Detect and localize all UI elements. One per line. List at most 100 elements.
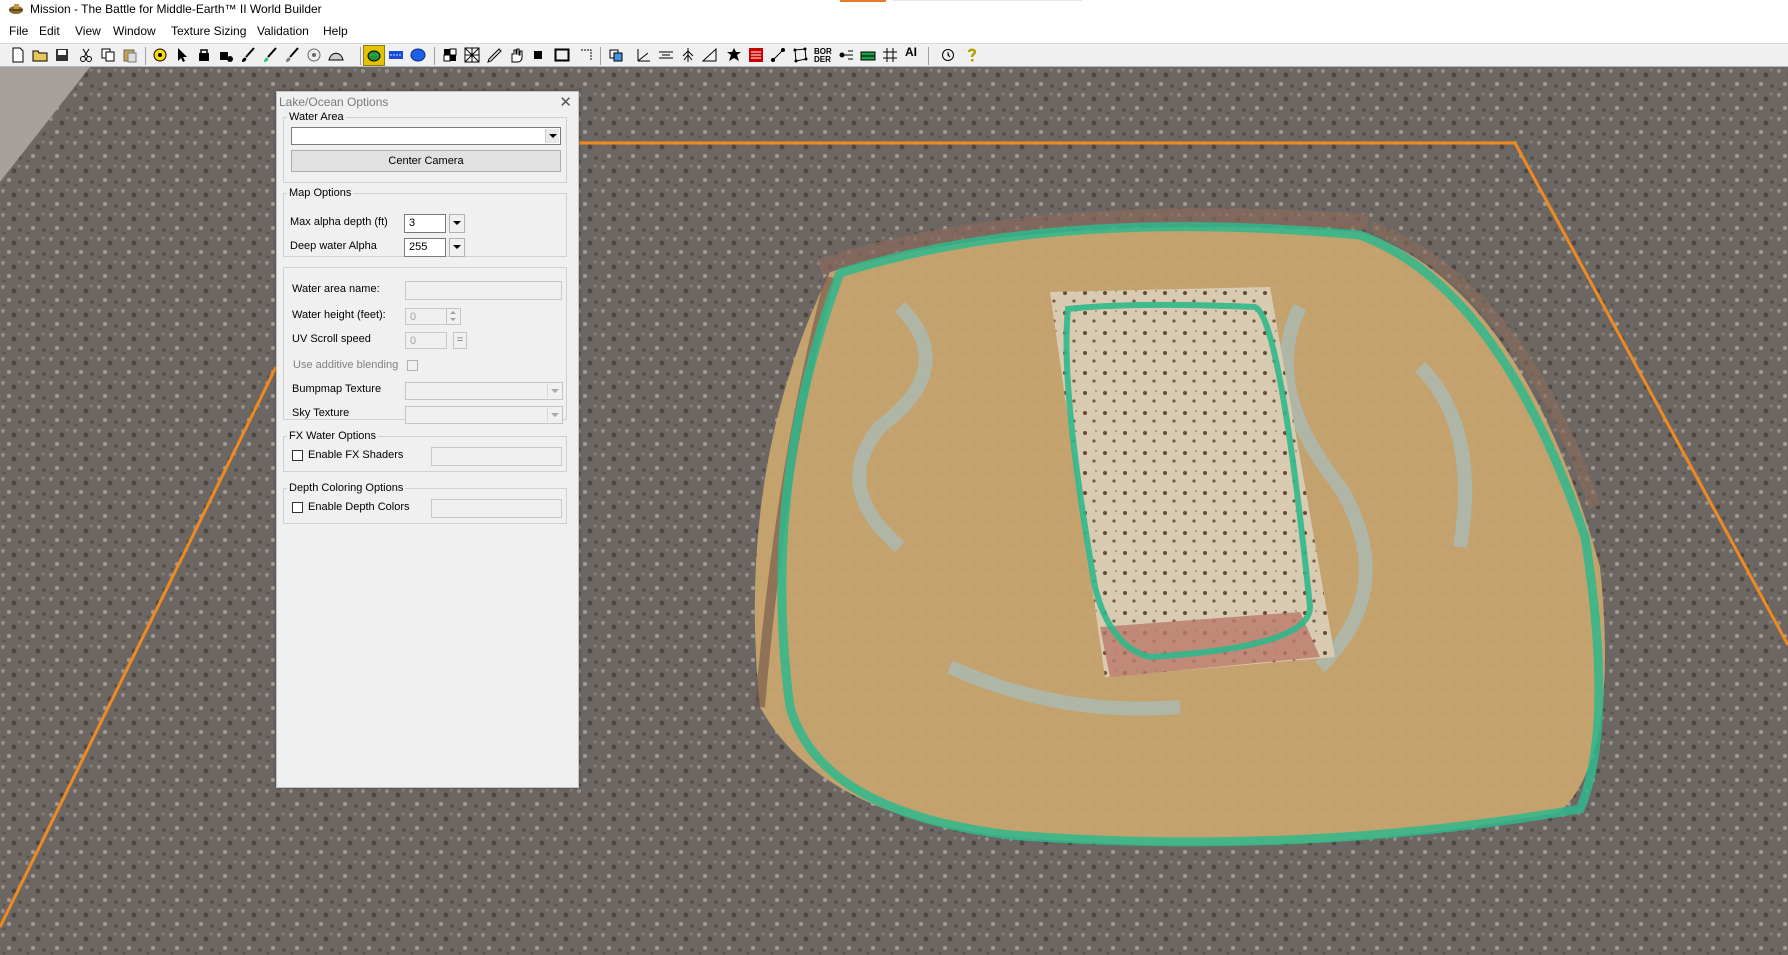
title-accent-line <box>892 0 1082 1</box>
tree-tool-icon[interactable] <box>678 46 698 65</box>
sky-texture-select[interactable] <box>405 406 563 424</box>
sky-texture-label: Sky Texture <box>292 407 350 419</box>
terrain-scene <box>0 67 1788 955</box>
enable-fx-shaders-checkbox[interactable] <box>292 450 303 461</box>
paste-icon[interactable] <box>120 46 140 65</box>
toolbar-separator <box>434 47 435 65</box>
group-tool-icon[interactable] <box>836 46 856 65</box>
mound-tool-icon[interactable] <box>326 46 346 65</box>
polygon-tool-icon[interactable] <box>790 46 810 65</box>
eyedropper-icon[interactable] <box>484 46 504 65</box>
toolbar: BOR DER AI <box>0 43 1788 67</box>
object-options-icon[interactable] <box>150 46 170 65</box>
copy-icon[interactable] <box>98 46 118 65</box>
new-file-icon[interactable] <box>8 46 28 65</box>
axis-tool-icon[interactable] <box>634 46 654 65</box>
fill-square-icon[interactable] <box>528 46 548 65</box>
water-area-select[interactable] <box>291 127 561 145</box>
enable-depth-colors-checkbox[interactable] <box>292 502 303 513</box>
water-height-label: Water height (feet): <box>292 309 386 321</box>
uv-scroll-speed-label: UV Scroll speed <box>292 333 371 345</box>
save-icon[interactable] <box>52 46 72 65</box>
waypoint-tool-icon[interactable] <box>216 46 236 65</box>
feather-icon[interactable] <box>304 46 324 65</box>
ramp-tool-icon[interactable] <box>700 46 720 65</box>
splat-tool-icon[interactable] <box>724 46 744 65</box>
deep-water-alpha-field[interactable]: 255 <box>404 238 446 257</box>
max-alpha-depth-label: Max alpha depth (ft) <box>290 216 388 228</box>
enable-fx-shaders-label: Enable FX Shaders <box>308 449 404 461</box>
max-alpha-depth-field[interactable]: 3 <box>404 214 446 233</box>
water-area-name-field[interactable] <box>405 281 562 300</box>
enable-depth-colors-label: Enable Depth Colors <box>308 501 410 513</box>
map-viewport[interactable] <box>0 67 1788 955</box>
close-icon[interactable]: ✕ <box>559 93 572 111</box>
menu-file[interactable]: File <box>8 24 29 38</box>
army-tool-icon[interactable] <box>858 46 878 65</box>
pointer-icon[interactable] <box>172 46 192 65</box>
uv-scroll-equals-button[interactable]: = <box>453 332 467 349</box>
hand-tool-icon[interactable] <box>506 46 526 65</box>
menu-view[interactable]: View <box>74 24 102 38</box>
menu-validation[interactable]: Validation <box>256 24 310 38</box>
ai-tool-icon[interactable]: AI <box>902 46 922 65</box>
water-height-field[interactable]: 0 <box>405 308 447 325</box>
toolbar-separator <box>928 47 929 65</box>
fx-water-options-group-label: FX Water Options <box>287 430 379 442</box>
deep-water-alpha-dropdown-button[interactable] <box>449 238 465 257</box>
uv-scroll-speed-field[interactable]: 0 <box>405 332 447 349</box>
water-height-spinner[interactable] <box>446 308 461 325</box>
spin-down-icon <box>450 318 456 321</box>
spin-up-icon <box>450 311 456 314</box>
border-tool-icon[interactable]: BOR DER <box>812 46 832 65</box>
dialog-title: Lake/Ocean Options <box>279 95 389 109</box>
paint-brush-icon[interactable] <box>238 46 258 65</box>
chevron-down-icon <box>547 408 561 422</box>
max-alpha-dropdown-button[interactable] <box>449 214 465 233</box>
cut-icon[interactable] <box>76 46 96 65</box>
open-folder-icon[interactable] <box>30 46 50 65</box>
refresh-icon[interactable] <box>938 46 958 65</box>
blend-brush-icon[interactable] <box>282 46 302 65</box>
toolbar-separator <box>145 47 146 65</box>
corner-tool-icon[interactable] <box>576 46 596 65</box>
link-tool-icon[interactable] <box>768 46 788 65</box>
menu-edit[interactable]: Edit <box>38 24 61 38</box>
title-accent <box>840 0 886 2</box>
scenario-tool-icon[interactable] <box>746 46 766 65</box>
toolbar-separator <box>360 47 361 65</box>
object-tool-icon[interactable] <box>194 46 214 65</box>
river-tool-icon[interactable] <box>386 46 406 65</box>
menu-bar: File Edit View Window Texture Sizing Val… <box>0 21 1788 43</box>
water-area-name-label: Water area name: <box>292 283 380 295</box>
title-bar: Mission - The Battle for Middle-Earth™ I… <box>0 0 1788 19</box>
water-tool-icon[interactable] <box>363 45 385 66</box>
depth-colors-field <box>431 499 562 518</box>
lake-tool-icon[interactable] <box>408 46 428 65</box>
checker-tool-icon[interactable] <box>440 46 460 65</box>
lake-ocean-options-dialog: Lake/Ocean Options ✕ Water Area Center C… <box>276 91 579 788</box>
deep-water-alpha-label: Deep water Alpha <box>290 240 377 252</box>
chevron-down-icon <box>547 384 561 398</box>
chevron-down-icon <box>545 129 559 143</box>
map-options-group-label: Map Options <box>287 187 354 199</box>
window-title: Mission - The Battle for Middle-Earth™ I… <box>30 2 322 16</box>
worldbuilder-app-icon <box>9 4 23 14</box>
tile-brush-icon[interactable] <box>260 46 280 65</box>
additive-blending-checkbox[interactable] <box>407 360 418 371</box>
toolbar-separator <box>600 47 601 65</box>
path-tool-icon[interactable] <box>656 46 676 65</box>
grid-tool-icon[interactable] <box>880 46 900 65</box>
water-area-group-label: Water Area <box>287 111 346 123</box>
menu-help[interactable]: Help <box>322 24 349 38</box>
pattern-tool-icon[interactable] <box>462 46 482 65</box>
layers-icon[interactable] <box>606 46 626 65</box>
fx-shader-field <box>431 447 562 466</box>
menu-window[interactable]: Window <box>112 24 157 38</box>
center-camera-button[interactable]: Center Camera <box>291 150 561 172</box>
bumpmap-texture-label: Bumpmap Texture <box>292 383 382 395</box>
menu-texture-sizing[interactable]: Texture Sizing <box>170 24 247 38</box>
bumpmap-texture-select[interactable] <box>405 382 563 400</box>
help-icon[interactable] <box>962 46 982 65</box>
rect-select-icon[interactable] <box>552 46 572 65</box>
